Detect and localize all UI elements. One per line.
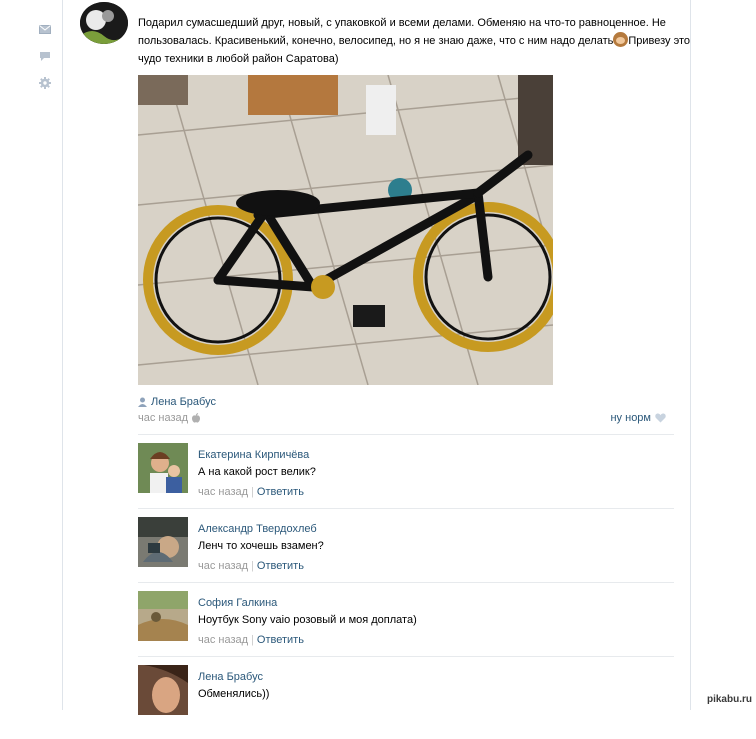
post-time: час назад — [138, 412, 201, 424]
post-author: Лена Брабус — [138, 395, 216, 409]
comment-author-name[interactable]: Александр Твердохлеб — [198, 523, 317, 535]
comment-separator: | — [251, 486, 254, 498]
like-label: ну норм — [610, 412, 651, 424]
post-text-part1: Подарил сумасшедший друг, новый, с упако… — [138, 17, 666, 47]
comment-item: Лена Брабус Обменялись)) — [138, 665, 674, 739]
post-time-text: час назад — [138, 412, 189, 424]
comment-avatar[interactable] — [138, 517, 188, 567]
comment-item: Екатерина Кирпичёва А на какой рост вели… — [138, 443, 674, 517]
comment-separator: | — [251, 634, 254, 646]
comment-avatar[interactable] — [138, 591, 188, 641]
post-author-name[interactable]: Лена Брабус — [151, 396, 216, 408]
comment-author-name[interactable]: София Галкина — [198, 597, 277, 609]
comment-text: Ленч то хочешь взамен? — [198, 540, 324, 552]
divider — [138, 656, 674, 657]
comment-author-name[interactable]: Екатерина Кирпичёва — [198, 449, 309, 461]
comment-author-name[interactable]: Лена Брабус — [198, 671, 263, 683]
post-text: Подарил сумасшедший друг, новый, с упако… — [138, 14, 704, 68]
post-author-avatar[interactable] — [80, 2, 128, 44]
pikabu-watermark: pikabu.ru — [706, 694, 752, 705]
see-no-evil-monkey-icon — [613, 32, 629, 47]
comment-text: Ноутбук Sony vaio розовый и моя доплата) — [198, 614, 417, 626]
comment-separator: | — [251, 560, 254, 572]
reply-button[interactable]: Ответить — [257, 486, 304, 498]
divider — [138, 434, 674, 435]
comment-meta: час назад | Ответить — [198, 560, 304, 572]
gear-icon[interactable] — [38, 76, 52, 90]
page-border-left — [62, 0, 63, 710]
comment-item: София Галкина Ноутбук Sony vaio розовый … — [138, 591, 674, 665]
page-border-right — [690, 0, 691, 710]
user-icon — [138, 397, 147, 407]
like-button[interactable]: ну норм — [610, 412, 666, 424]
envelope-icon[interactable] — [38, 22, 52, 36]
comment-avatar[interactable] — [138, 443, 188, 493]
speech-bubble-icon[interactable] — [38, 49, 52, 63]
reply-button[interactable]: Ответить — [257, 560, 304, 572]
left-sidebar — [38, 22, 54, 103]
post-photo-bmx-bike[interactable] — [138, 75, 553, 385]
comment-time: час назад — [198, 560, 249, 572]
comment-avatar[interactable] — [138, 665, 188, 715]
comment-text: Обменялись)) — [198, 688, 270, 700]
comment-item: Александр Твердохлеб Ленч то хочешь взам… — [138, 517, 674, 591]
reply-button[interactable]: Ответить — [257, 634, 304, 646]
comment-time: час назад — [198, 634, 249, 646]
comment-time: час назад — [198, 486, 249, 498]
divider — [138, 582, 674, 583]
comment-text: А на какой рост велик? — [198, 466, 316, 478]
apple-icon — [192, 413, 201, 423]
divider — [138, 508, 674, 509]
comment-meta: час назад | Ответить — [198, 634, 304, 646]
heart-icon — [655, 413, 666, 423]
comment-meta: час назад | Ответить — [198, 486, 304, 498]
